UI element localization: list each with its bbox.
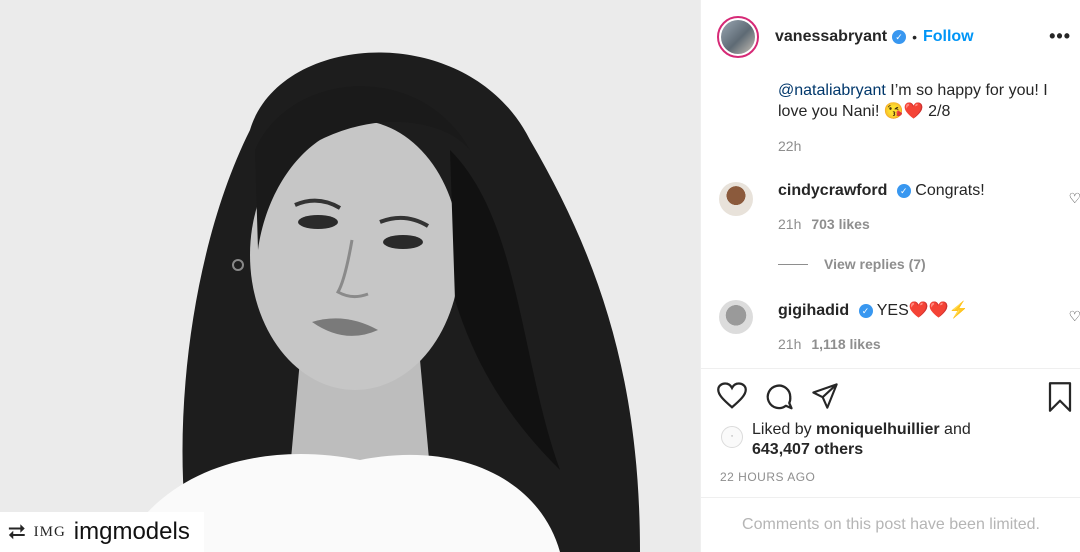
likes-count[interactable]: 643,407 others [752,441,863,458]
likes-text: Liked by moniquelhuillier and 643,407 ot… [752,420,971,460]
comment-like-heart-icon[interactable]: ♡ [1068,190,1080,207]
repost-icon: ⮂ [8,519,26,544]
verified-badge-icon: ✓ [892,30,907,44]
avatar[interactable] [717,16,759,58]
comment-body: gigihadid ✓ YES❤️❤️⚡ [778,300,969,320]
comment-icon[interactable] [764,382,794,412]
liker-username[interactable]: moniquelhuillier [816,421,940,438]
caption-time[interactable]: 22h [778,138,801,154]
more-options-icon[interactable]: ••• [1049,26,1071,47]
watermark-account: imgmodels [73,518,190,545]
comment-meta: 21h 1,118 likes [778,336,881,352]
view-replies-button[interactable]: View replies (7) [778,256,926,272]
comment-text: Congrats! [915,182,985,199]
post-image[interactable]: ⮂ IMG imgmodels [0,0,700,552]
share-icon[interactable] [811,382,839,410]
likes-prefix: Liked by [752,421,817,438]
comment-time[interactable]: 21h [778,216,801,232]
comment-avatar[interactable] [719,182,753,216]
heart-icon[interactable] [717,382,747,410]
view-replies-label: View replies (7) [824,256,926,272]
img-brand-logo: IMG [33,523,66,540]
comment-username[interactable]: gigihadid [778,302,849,319]
likes-middle: and [939,421,971,438]
comment-likes[interactable]: 1,118 likes [811,336,880,352]
comment-text: YES❤️❤️⚡ [876,302,969,319]
post-side-panel: vanessabryant ✓ • Follow ••• @nataliabry… [700,0,1080,552]
username-link[interactable]: vanessabryant [775,28,887,46]
post-timestamp[interactable]: 22 HOURS AGO [720,470,815,484]
comment-body: cindycrawford ✓ Congrats! [778,182,985,200]
mention-link[interactable]: @nataliabryant [778,82,886,99]
bookmark-icon[interactable] [1047,382,1073,412]
actions-divider [701,368,1080,369]
verified-badge-icon: ✓ [858,304,873,318]
comment-likes[interactable]: 703 likes [811,216,869,232]
comment-like-heart-icon[interactable]: ♡ [1068,308,1080,325]
portrait-illustration [0,0,700,552]
repost-watermark: ⮂ IMG imgmodels [0,512,204,552]
verified-badge-icon: ✓ [896,184,911,198]
follow-button[interactable]: Follow [923,28,974,46]
comment-meta: 21h 703 likes [778,216,870,232]
liker-avatar[interactable]: ◦ [721,426,743,448]
post-caption: @nataliabryant I’m so happy for you! I l… [778,80,1074,122]
comment-time[interactable]: 21h [778,336,801,352]
comment-username[interactable]: cindycrawford [778,182,887,199]
comments-limited-notice: Comments on this post have been limited. [701,497,1080,552]
comment-avatar[interactable] [719,300,753,334]
replies-divider [778,263,808,265]
post-header: vanessabryant ✓ • Follow ••• [701,0,1080,74]
separator-dot: • [912,29,917,45]
